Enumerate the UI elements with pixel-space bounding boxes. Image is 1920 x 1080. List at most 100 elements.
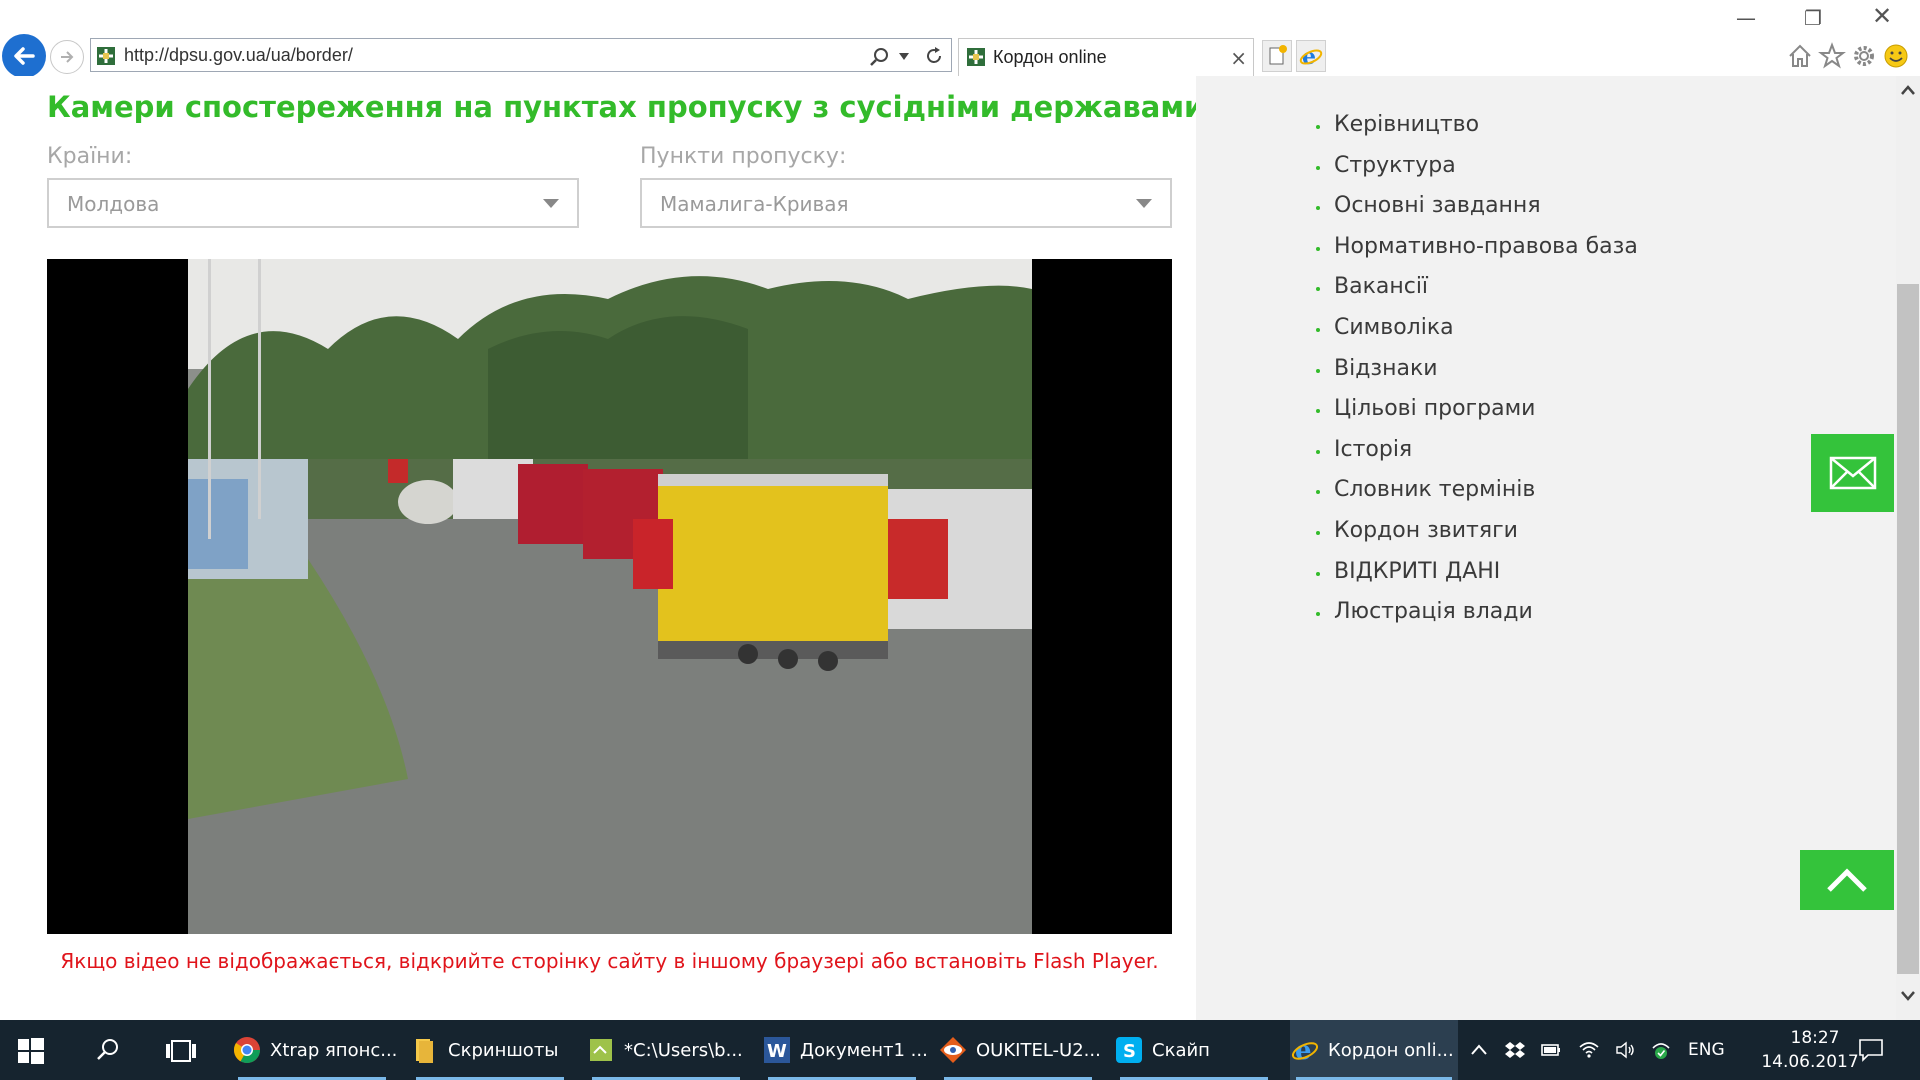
action-center-icon[interactable] [1858, 1038, 1884, 1062]
taskbar-item-word[interactable]: W Документ1 ... [762, 1020, 928, 1080]
taskbar-item-chrome[interactable]: Xtrap японс... [232, 1020, 397, 1080]
scroll-up-arrow-icon[interactable] [1900, 84, 1916, 96]
taskbar-item-oukitel[interactable]: OUKITEL-U2... [938, 1020, 1101, 1080]
tab-kordon-online[interactable]: Кордон online × [958, 38, 1254, 76]
address-bar[interactable]: http://dpsu.gov.ua/ua/border/ [90, 38, 952, 72]
svg-text:W: W [767, 1041, 787, 1062]
sidebar-item-target-programs[interactable]: Цільові програми [1316, 396, 1638, 437]
arrow-left-icon [14, 47, 35, 65]
search-icon[interactable] [94, 1036, 122, 1064]
sidebar-menu: Керівництво Структура Основні завдання Н… [1316, 112, 1638, 640]
sidebar-item-leadership[interactable]: Керівництво [1316, 112, 1638, 153]
tab-title: Кордон online [993, 47, 1107, 67]
checkpoints-select[interactable]: Мамалига-Кривая [640, 178, 1172, 228]
window-minimize-button[interactable]: — [1736, 6, 1756, 30]
favorites-star-icon[interactable] [1818, 42, 1846, 70]
chevron-down-icon [1136, 199, 1152, 208]
envelope-icon [1829, 456, 1876, 490]
page-scrollbar[interactable] [1896, 76, 1920, 1020]
sidebar-item-open-data[interactable]: ВІДКРИТІ ДАНІ [1316, 559, 1638, 600]
ie-logo-button[interactable]: e [1296, 40, 1326, 72]
countries-label: Країни: [47, 144, 133, 169]
taskbar-item-ie[interactable]: e Кордон onli... [1290, 1020, 1458, 1080]
scroll-to-top-button[interactable] [1800, 850, 1894, 910]
mail-button[interactable] [1811, 434, 1894, 512]
ie-icon: e [1299, 44, 1323, 68]
chevron-up-icon [1827, 868, 1867, 892]
task-view-icon[interactable] [164, 1038, 198, 1064]
new-tab-icon [1269, 45, 1287, 65]
sidebar-item-symbols[interactable]: Символіка [1316, 315, 1638, 356]
search-icon[interactable] [869, 46, 891, 68]
smiley-feedback-icon[interactable] [1882, 42, 1910, 70]
chevron-down-icon[interactable] [899, 53, 909, 61]
sidebar-item-vacancies[interactable]: Вакансії [1316, 274, 1638, 315]
address-url[interactable]: http://dpsu.gov.ua/ua/border/ [124, 45, 353, 66]
camera-video-player[interactable] [47, 259, 1172, 934]
chevron-down-icon [543, 199, 559, 208]
window-restore-button[interactable]: ❐ [1804, 6, 1822, 30]
border-guard-favicon-icon [97, 47, 115, 65]
folder-icon [416, 1039, 433, 1063]
taskbar: Xtrap японс... Скриншоты *C:\Users\b... … [0, 1020, 1920, 1080]
scroll-down-arrow-icon[interactable] [1900, 990, 1916, 1002]
sidebar-item-structure[interactable]: Структура [1316, 153, 1638, 194]
countries-select-value: Молдова [67, 192, 160, 216]
taskbar-item-screenshots[interactable]: Скриншоты [410, 1020, 570, 1080]
arrow-right-icon [61, 51, 74, 63]
flash-player-notice: Якщо відео не відображається, відкрийте … [60, 949, 1159, 973]
svg-text:e: e [1295, 1036, 1312, 1065]
dropbox-icon[interactable] [1504, 1039, 1526, 1061]
taskbar-item-label: OUKITEL-U2... [976, 1039, 1101, 1061]
eye-app-icon [940, 1037, 966, 1063]
checkpoints-label: Пункти пропуску: [640, 144, 847, 169]
page-title: Камери спостереження на пунктах пропуску… [47, 90, 1205, 124]
taskbar-item-label: Xtrap японс... [270, 1039, 398, 1061]
sidebar-item-glossary[interactable]: Словник термінів [1316, 477, 1638, 518]
checkpoints-select-value: Мамалига-Кривая [660, 192, 849, 216]
volume-icon[interactable] [1614, 1039, 1636, 1061]
forward-button[interactable] [50, 40, 84, 74]
sidebar-item-main-tasks[interactable]: Основні завдання [1316, 193, 1638, 234]
gear-icon[interactable] [1850, 42, 1878, 70]
network-shield-icon[interactable] [1650, 1039, 1672, 1061]
taskbar-item-skype[interactable]: S Скайп [1114, 1020, 1274, 1080]
border-guard-favicon-icon [967, 48, 985, 66]
tab-close-icon[interactable]: × [1230, 46, 1247, 70]
windows-start-icon[interactable] [18, 1038, 44, 1064]
skype-icon: S [1116, 1037, 1142, 1063]
taskbar-item-label: *C:\Users\b... [624, 1039, 743, 1061]
taskbar-item-label: Документ1 ... [800, 1039, 928, 1061]
chevron-up-icon[interactable] [1468, 1039, 1490, 1061]
taskbar-item-notepad[interactable]: *C:\Users\b... [586, 1020, 746, 1080]
clock-date[interactable]: 14.06.2017 [1748, 1052, 1872, 1072]
sidebar-item-legal-base[interactable]: Нормативно-правова база [1316, 234, 1638, 275]
sidebar: Керівництво Структура Основні завдання Н… [1196, 76, 1896, 1020]
ie-icon: e [1291, 1036, 1319, 1065]
sidebar-item-valor[interactable]: Кордон звитяги [1316, 518, 1638, 559]
new-tab-button[interactable] [1262, 40, 1292, 72]
taskbar-item-label: Скриншоты [448, 1039, 559, 1061]
taskbar-item-label: Скайп [1152, 1039, 1210, 1061]
back-button[interactable] [2, 34, 46, 78]
browser-chrome: http://dpsu.gov.ua/ua/border/ Кордон onl… [0, 0, 1920, 78]
countries-select[interactable]: Молдова [47, 178, 579, 228]
sidebar-item-awards[interactable]: Відзнаки [1316, 356, 1638, 397]
home-icon[interactable] [1786, 42, 1814, 70]
notepad-icon [590, 1039, 612, 1061]
language-indicator[interactable]: ENG [1688, 1040, 1725, 1060]
scrollbar-thumb[interactable] [1897, 284, 1919, 974]
word-icon: W [764, 1037, 790, 1063]
clock-time[interactable]: 18:27 [1760, 1028, 1870, 1048]
sidebar-item-history[interactable]: Історія [1316, 437, 1638, 478]
taskbar-item-label: Кордон onli... [1328, 1039, 1454, 1061]
sidebar-item-lustration[interactable]: Люстрація влади [1316, 599, 1638, 640]
chrome-icon [233, 1037, 261, 1064]
wifi-icon[interactable] [1578, 1039, 1600, 1061]
battery-icon[interactable] [1540, 1039, 1562, 1061]
camera-feed-image [188, 259, 1032, 934]
window-close-button[interactable]: ✕ [1872, 2, 1892, 30]
web-page: Камери спостереження на пунктах пропуску… [0, 76, 1896, 1020]
svg-text:S: S [1123, 1041, 1136, 1062]
refresh-icon[interactable] [923, 45, 945, 67]
